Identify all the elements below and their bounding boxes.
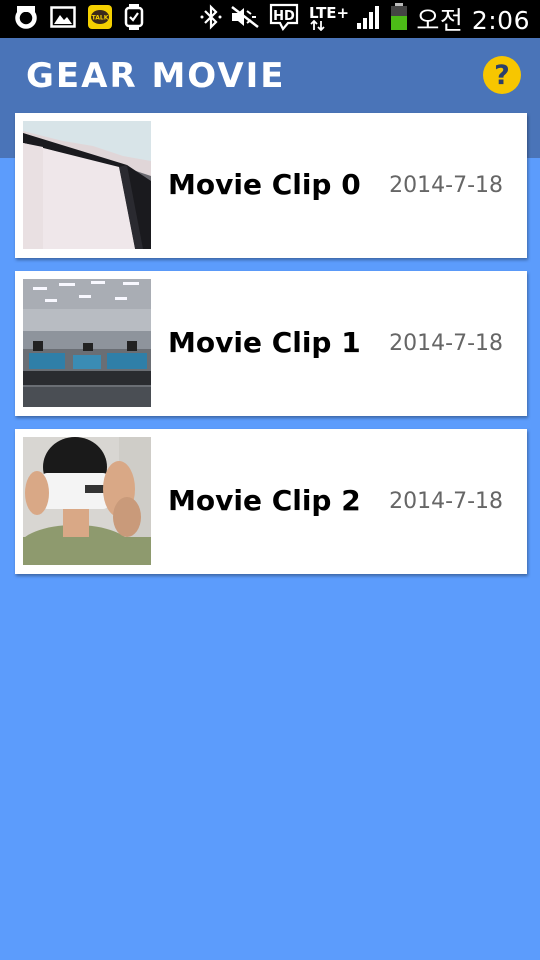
app-title: GEAR MOVIE [26, 56, 286, 96]
clip-thumbnail-person-with-phone [23, 437, 151, 565]
g-app-icon [14, 5, 38, 33]
mute-icon [230, 5, 260, 33]
clip-title: Movie Clip 0 [168, 168, 361, 201]
svg-text:LTE+: LTE+ [309, 4, 348, 22]
gear-watch-icon [124, 4, 144, 34]
svg-text:HD: HD [274, 9, 296, 24]
hd-voice-icon: HD [268, 3, 300, 35]
clip-date: 2014-7-18 [389, 173, 503, 198]
clip-thumbnail-office-room [23, 279, 151, 407]
clip-thumbnail-monitor-edge [23, 121, 151, 249]
help-icon: ? [494, 59, 510, 91]
clip-list-item[interactable]: Movie Clip 2 2014-7-18 [15, 429, 527, 574]
status-bar: TALK HD LTE+ 오전 2:06 [0, 0, 540, 38]
battery-icon [390, 3, 408, 35]
clip-list-item[interactable]: Movie Clip 1 2014-7-18 [15, 271, 527, 416]
clip-list-item[interactable]: Movie Clip 0 2014-7-18 [15, 113, 527, 258]
bluetooth-icon [200, 4, 222, 34]
clip-date: 2014-7-18 [389, 331, 503, 356]
help-button[interactable]: ? [483, 56, 521, 94]
svg-text:TALK: TALK [92, 15, 109, 22]
clip-title: Movie Clip 2 [168, 484, 361, 517]
kakaotalk-icon: TALK [88, 5, 112, 33]
signal-icon [356, 4, 382, 34]
gallery-icon [50, 6, 76, 32]
clip-date: 2014-7-18 [389, 489, 503, 514]
status-time: 오전 2:06 [416, 6, 530, 35]
lte-icon: LTE+ [308, 3, 350, 35]
clip-title: Movie Clip 1 [168, 326, 361, 359]
clip-list: Movie Clip 0 2014-7-18 Movie Clip 1 2014… [15, 113, 527, 587]
